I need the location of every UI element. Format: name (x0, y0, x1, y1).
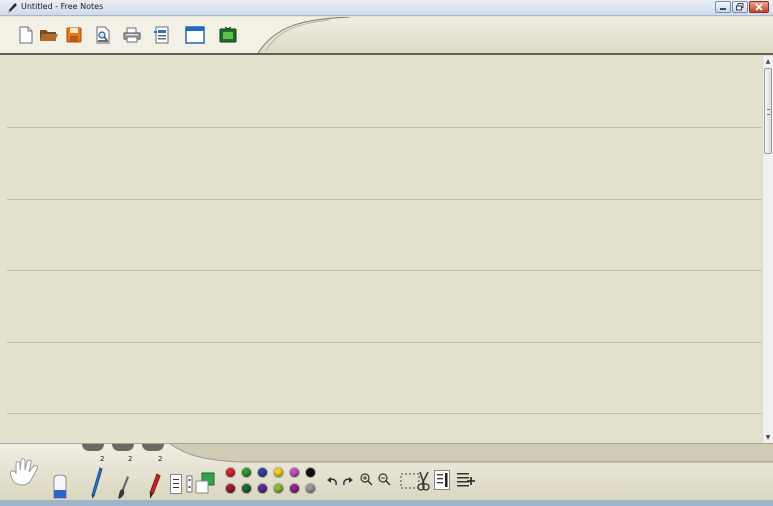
close-icon (755, 3, 763, 11)
select-cut-button[interactable] (400, 470, 430, 492)
monitor-button[interactable] (217, 23, 239, 47)
color-swap-button[interactable] (186, 472, 220, 496)
app-window: Untitled - Free Notes ▲ ▼ 2 2 2 (0, 0, 773, 506)
insert-text-button[interactable] (434, 470, 450, 490)
scroll-up-icon: ▲ (765, 57, 771, 65)
color-dark-green[interactable] (242, 484, 251, 493)
scroll-grip-icon (767, 109, 770, 115)
save-disk-icon (66, 27, 82, 43)
color-green[interactable] (242, 468, 251, 477)
add-page-button[interactable] (456, 470, 476, 490)
ruled-line (7, 413, 762, 414)
color-blue[interactable] (258, 468, 267, 477)
undo-icon (327, 477, 337, 486)
marker-tool-button[interactable] (145, 472, 163, 500)
app-pen-icon (8, 3, 17, 13)
save-button[interactable] (63, 23, 85, 47)
undo-button[interactable] (325, 475, 339, 487)
line-style-button[interactable] (170, 474, 182, 494)
open-button[interactable] (38, 23, 60, 47)
zoom-out-button[interactable] (377, 472, 391, 486)
print-preview-icon (96, 26, 110, 44)
color-black[interactable] (306, 468, 315, 477)
window-title: Untitled - Free Notes (21, 2, 104, 11)
main-toolbar (0, 17, 773, 55)
eraser-tool-button[interactable] (48, 472, 72, 500)
hand-tool-button[interactable] (6, 458, 46, 488)
scroll-down-icon: ▼ (765, 433, 771, 441)
brush-icon (118, 476, 129, 499)
pencil-icon (91, 467, 103, 499)
color-yellow[interactable] (274, 468, 283, 477)
title-bar: Untitled - Free Notes (0, 0, 773, 16)
pencil-tool-button[interactable] (88, 466, 106, 500)
marker-icon (149, 473, 161, 499)
ruled-line (7, 199, 762, 200)
folder-open-icon (40, 30, 58, 41)
color-maroon[interactable] (226, 484, 235, 493)
printer-icon (123, 27, 141, 43)
pen-size-tab[interactable] (142, 444, 164, 451)
window-icon (185, 26, 205, 44)
ruled-line (7, 342, 762, 343)
select-cut-icon (400, 471, 430, 491)
hand-icon (10, 458, 38, 486)
brush-size-label: 2 (128, 455, 133, 463)
color-red[interactable] (226, 468, 235, 477)
print-button[interactable] (121, 23, 143, 47)
redo-icon (343, 477, 353, 486)
zoom-in-button[interactable] (359, 472, 373, 486)
toolbar-swoosh-decoration (0, 17, 351, 54)
page-settings-icon (154, 26, 169, 44)
pencil-size-label: 2 (100, 455, 105, 463)
restore-icon (736, 3, 744, 11)
brush-tool-button[interactable] (116, 474, 134, 500)
taskbar-strip (0, 500, 773, 506)
scroll-up-button[interactable]: ▲ (763, 56, 773, 66)
window-button[interactable] (184, 23, 206, 47)
minimize-icon (720, 8, 726, 10)
color-violet[interactable] (290, 484, 299, 493)
add-page-icon (457, 473, 475, 487)
page-settings-button[interactable] (151, 23, 173, 47)
bottom-tool-panel: 2 2 2 (0, 443, 773, 506)
zoom-out-icon (378, 473, 391, 486)
ruled-line (7, 270, 762, 271)
color-pink[interactable] (290, 468, 299, 477)
pen-size-tab[interactable] (112, 444, 134, 451)
close-button[interactable] (749, 1, 769, 13)
redo-button[interactable] (341, 475, 355, 487)
scroll-down-button[interactable]: ▼ (763, 432, 773, 442)
insert-text-icon (434, 470, 450, 490)
pen-size-tab[interactable] (82, 444, 104, 451)
minimize-button[interactable] (715, 1, 731, 13)
line-style-icon (170, 474, 182, 494)
vertical-scrollbar[interactable]: ▲ ▼ (762, 56, 773, 443)
marker-size-label: 2 (158, 455, 163, 463)
note-page[interactable] (7, 56, 762, 443)
print-preview-button[interactable] (92, 23, 114, 47)
scroll-thumb[interactable] (764, 68, 772, 154)
ruled-line (7, 127, 762, 128)
color-gray[interactable] (306, 484, 315, 493)
new-document-icon (19, 26, 33, 44)
window-controls (715, 1, 769, 14)
color-purple[interactable] (258, 484, 267, 493)
maximize-button[interactable] (732, 1, 748, 13)
zoom-in-icon (360, 473, 373, 486)
color-swap-icon (186, 472, 215, 494)
eraser-icon (53, 474, 67, 499)
monitor-icon (219, 26, 237, 43)
color-lime[interactable] (274, 484, 283, 493)
new-button[interactable] (15, 23, 37, 47)
